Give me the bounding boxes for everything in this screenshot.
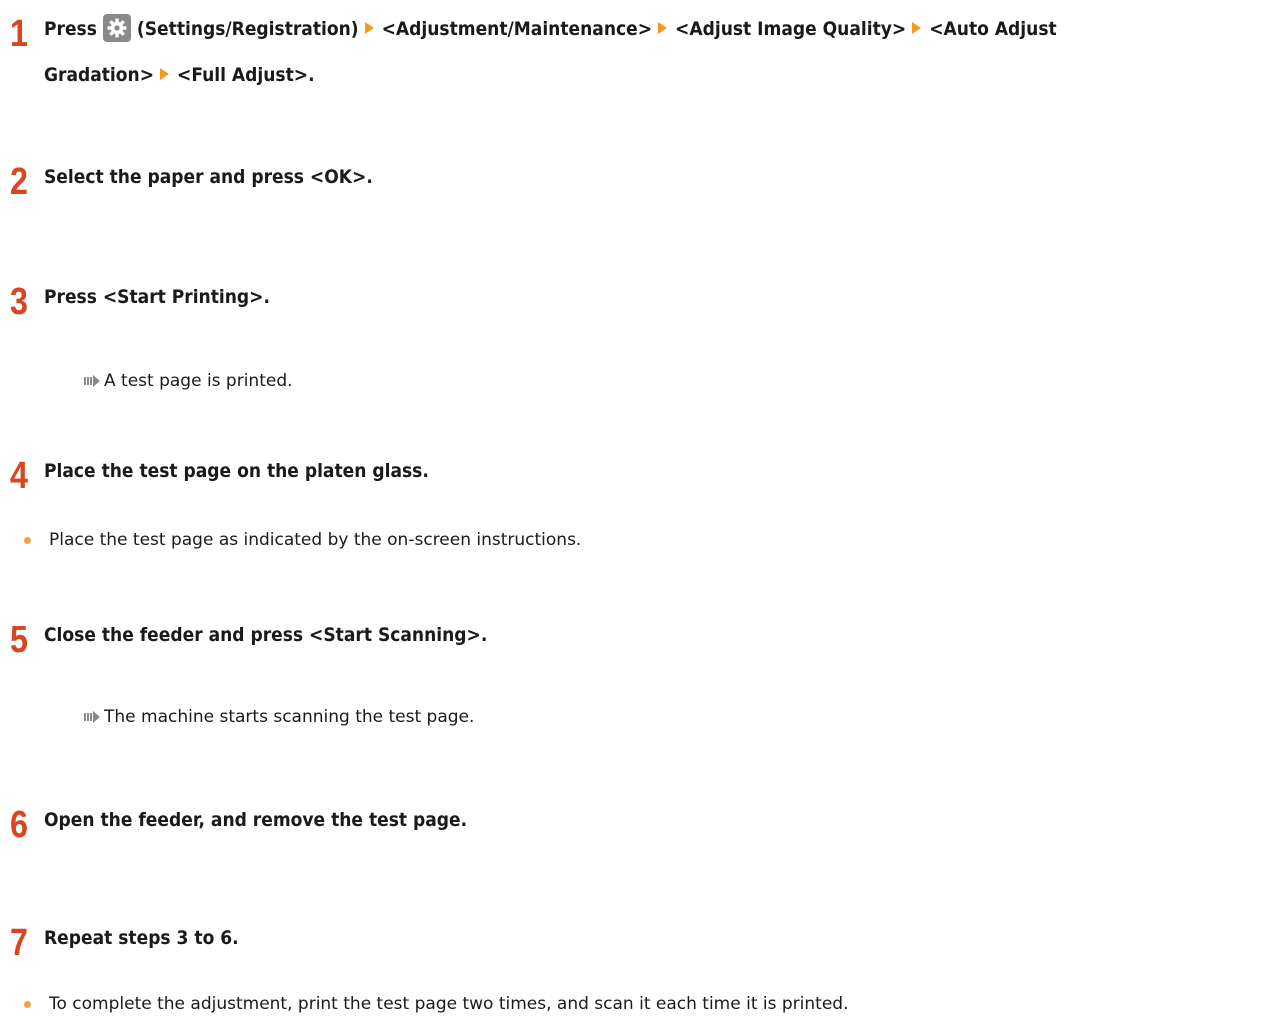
- step-title: Place the test page on the platen glass.: [44, 460, 429, 482]
- menu-path-item: <Adjust Image Quality>: [675, 18, 907, 40]
- step-number: 6: [10, 804, 28, 846]
- step-6: 6 Open the feeder, and remove the test p…: [10, 804, 1280, 846]
- bullet-dot-icon: [24, 1000, 31, 1008]
- step-title: Close the feeder and press <Start Scanni…: [44, 624, 488, 646]
- step-number: 2: [10, 161, 28, 203]
- gear-icon: [102, 13, 131, 42]
- step-title: Repeat steps 3 to 6.: [44, 927, 239, 949]
- step-number: 5: [10, 619, 28, 661]
- result-text: A test page is printed.: [104, 371, 293, 391]
- step-title: Press (Settings/Registration) <Adjustment/…: [44, 6, 1057, 98]
- step-number: 1: [10, 13, 28, 55]
- step-number: 7: [10, 922, 28, 964]
- right-triangle-icon: [658, 22, 668, 34]
- step-title: Open the feeder, and remove the test pag…: [44, 809, 468, 831]
- step-number: 4: [10, 455, 28, 497]
- bullet-text: To complete the adjustment, print the te…: [49, 994, 849, 1014]
- right-triangle-icon: [160, 68, 170, 80]
- right-triangle-icon: [364, 22, 374, 34]
- menu-path-item: <Full Adjust>.: [177, 64, 315, 86]
- step-result: The machine starts scanning the test pag…: [84, 705, 474, 729]
- step-2: 2 Select the paper and press <OK>.: [10, 161, 1280, 203]
- result-text: The machine starts scanning the test pag…: [104, 707, 475, 727]
- bullet-item: Place the test page as indicated by the …: [24, 528, 581, 552]
- step-number: 3: [10, 281, 28, 323]
- menu-path-item: <Auto Adjust: [929, 18, 1057, 40]
- result-arrow-icon: [84, 711, 100, 723]
- step-title: Press <Start Printing>.: [44, 286, 270, 308]
- step-3: 3 Press <Start Printing>.: [10, 281, 1280, 323]
- step-7: 7 Repeat steps 3 to 6.: [10, 922, 1280, 964]
- step-result: A test page is printed.: [84, 369, 293, 393]
- step-1: 1 Press (Settings/Registration) <Adjustmen…: [10, 13, 1280, 98]
- step-4: 4 Place the test page on the platen glas…: [10, 455, 1280, 497]
- step-5: 5 Close the feeder and press <Start Scan…: [10, 619, 1280, 661]
- bullet-dot-icon: [24, 536, 31, 544]
- bullet-text: Place the test page as indicated by the …: [49, 530, 582, 550]
- settings-label: (Settings/Registration): [136, 18, 359, 40]
- right-triangle-icon: [912, 22, 922, 34]
- menu-path-item: <Adjustment/Maintenance>: [381, 18, 653, 40]
- menu-path-item: Gradation>: [44, 64, 155, 86]
- step-title: Select the paper and press <OK>.: [44, 166, 373, 188]
- step-title-text: Press: [44, 18, 97, 40]
- result-arrow-icon: [84, 375, 100, 387]
- bullet-item: To complete the adjustment, print the te…: [24, 992, 848, 1016]
